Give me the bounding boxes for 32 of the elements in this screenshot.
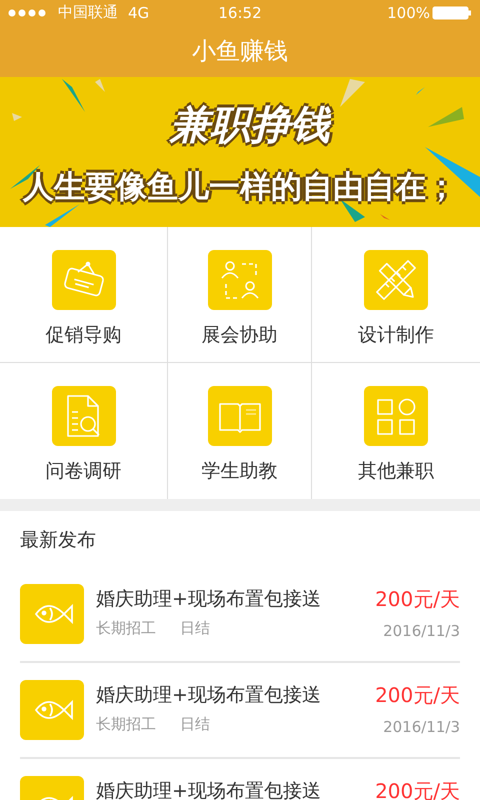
category-button[interactable]: 展会协助 <box>168 227 312 363</box>
category-icon <box>52 386 116 446</box>
job-date: 2016/11/3 <box>383 622 460 640</box>
battery-icon <box>432 6 472 20</box>
job-title[interactable]: 婚庆助理+现场布置包接送 <box>96 682 364 708</box>
job-tag: 日结 <box>180 619 210 638</box>
network-type: 4G <box>128 4 150 22</box>
category-icon <box>364 386 428 446</box>
nav-title: 小鱼赚钱 <box>0 25 480 77</box>
category-button[interactable]: 促销导购 <box>0 227 168 363</box>
category-icon <box>364 250 428 310</box>
category-icon <box>208 250 272 310</box>
job-pay: 200元/天 <box>375 586 460 613</box>
job-pay: 200元/天 <box>375 682 460 709</box>
banner-tagline: 人生要像鱼儿一样的自由自在； <box>23 168 457 207</box>
job-tag: 长期招工 <box>96 619 156 638</box>
clock-time: 16:52 <box>218 4 262 22</box>
signal-icon <box>8 8 48 16</box>
battery-percent: 100% <box>387 4 430 22</box>
job-date: 2016/11/3 <box>383 718 460 736</box>
fish-icon <box>20 584 84 644</box>
fish-icon <box>20 680 84 740</box>
category-icon <box>52 250 116 310</box>
job-tag: 日结 <box>180 715 210 734</box>
job-tag: 长期招工 <box>96 715 156 734</box>
section-heading: 最新发布 <box>19 528 97 553</box>
carrier-name: 中国联通 <box>58 3 118 22</box>
job-title[interactable]: 婚庆助理+现场布置包接送 <box>96 586 364 612</box>
job-title[interactable]: 婚庆助理+现场布置包接送 <box>96 778 364 800</box>
banner-headline: 兼职挣钱 <box>170 101 330 150</box>
job-pay: 200元/天 <box>375 778 460 800</box>
category-icon <box>208 386 272 446</box>
